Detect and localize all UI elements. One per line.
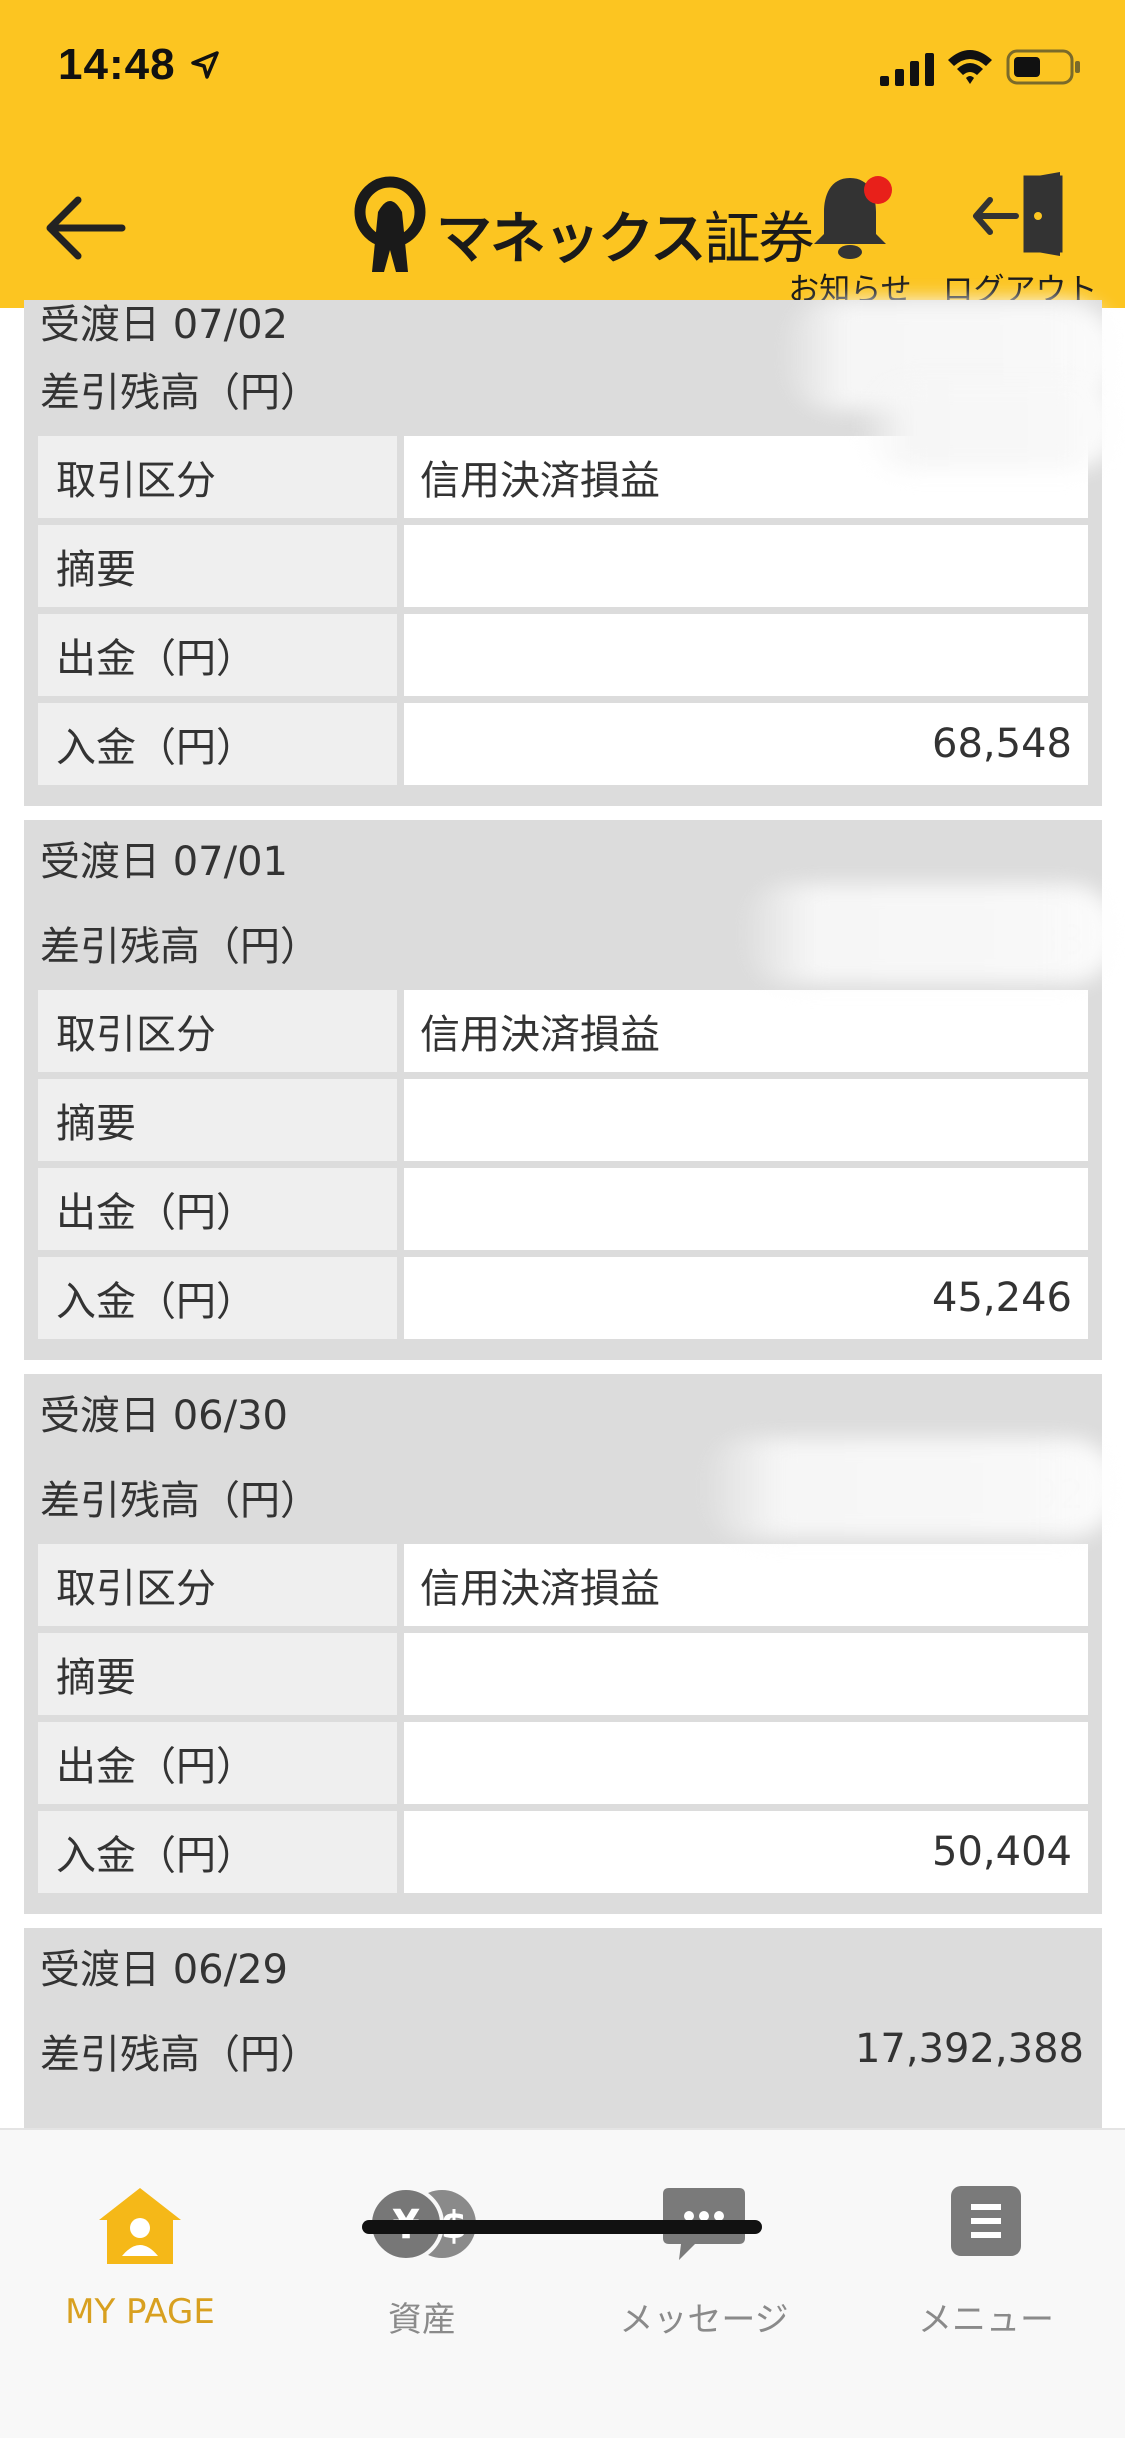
balance-row: 差引残高（円） 38 xyxy=(38,884,1118,990)
detail-table: 取引区分 信用決済損益 摘要 出金（円） 入金（円） 50,404 xyxy=(38,1537,1088,1900)
redaction-smudge xyxy=(698,1438,1118,1538)
tab-label: 資産 xyxy=(388,2300,456,2340)
back-button[interactable] xyxy=(40,188,140,268)
detail-table: 取引区分 信用決済損益 摘要 出金（円） 入金（円） 68,548 xyxy=(38,429,1088,792)
location-arrow-icon xyxy=(191,51,219,79)
battery-icon xyxy=(1006,49,1080,85)
table-row: 出金（円） xyxy=(38,1168,1088,1250)
logo-mark-icon xyxy=(354,176,426,272)
redaction-smudge xyxy=(858,380,1118,470)
deposit-value: 68,548 xyxy=(404,703,1088,785)
table-row: 摘要 xyxy=(38,1633,1088,1715)
table-row: 入金（円） 50,404 xyxy=(38,1811,1088,1893)
redaction-smudge xyxy=(738,884,1118,984)
home-icon xyxy=(99,2188,181,2264)
withdrawal-label: 出金（円） xyxy=(38,1168,404,1250)
summary-label: 摘要 xyxy=(38,1079,404,1161)
status-time: 14:48 xyxy=(58,40,176,89)
detail-table: 取引区分 信用決済損益 摘要 出金（円） 入金（円） 45,246 xyxy=(38,983,1088,1346)
tab-my-page[interactable]: MY PAGE xyxy=(30,2164,250,2332)
menu-icon xyxy=(951,2186,1021,2256)
withdrawal-value xyxy=(404,1722,1088,1804)
tab-label: MY PAGE xyxy=(65,2292,215,2332)
logo-text: マネックス証券 xyxy=(436,194,814,275)
notification-badge xyxy=(864,176,892,204)
wifi-icon xyxy=(948,50,992,84)
deposit-value: 50,404 xyxy=(404,1811,1088,1893)
balance-label: 差引残高（円） xyxy=(40,924,320,970)
withdrawal-label: 出金（円） xyxy=(38,614,404,696)
deposit-value: 45,246 xyxy=(404,1257,1088,1339)
logout-button[interactable]: ログアウト xyxy=(940,168,1100,308)
balance-label: 差引残高（円） xyxy=(40,2032,320,2078)
type-label: 取引区分 xyxy=(38,990,404,1072)
logo-main-text: マネックス xyxy=(436,207,706,272)
summary-label: 摘要 xyxy=(38,1633,404,1715)
balance-value: 17,392,388 xyxy=(854,2026,1084,2072)
summary-label: 摘要 xyxy=(38,525,404,607)
type-value: 信用決済損益 xyxy=(404,990,1088,1072)
table-row: 取引区分 信用決済損益 xyxy=(38,990,1088,1072)
table-row: 出金（円） xyxy=(38,614,1088,696)
notice-button[interactable]: お知らせ xyxy=(780,168,920,308)
table-row: 取引区分 信用決済損益 xyxy=(38,1544,1088,1626)
table-row: 入金（円） 68,548 xyxy=(38,703,1088,785)
transaction-record: 受渡日 07/01 差引残高（円） 38 取引区分 信用決済損益 摘要 出金（円… xyxy=(24,820,1118,1360)
balance-label: 差引残高（円） xyxy=(40,1478,320,1524)
deposit-label: 入金（円） xyxy=(38,1811,404,1893)
type-value: 信用決済損益 xyxy=(404,1544,1088,1626)
balance-label: 差引残高（円） xyxy=(40,370,320,416)
home-indicator[interactable] xyxy=(362,2220,762,2234)
balance-row: 差引残高（円） 92 xyxy=(38,1438,1118,1544)
summary-value xyxy=(404,1079,1088,1161)
tab-assets[interactable]: ¥ $ 資産 xyxy=(312,2164,532,2340)
cellular-signal-icon xyxy=(880,53,934,86)
table-row: 入金（円） 45,246 xyxy=(38,1257,1088,1339)
type-label: 取引区分 xyxy=(38,1544,404,1626)
table-row: 出金（円） xyxy=(38,1722,1088,1804)
summary-value xyxy=(404,525,1088,607)
type-label: 取引区分 xyxy=(38,436,404,518)
deposit-label: 入金（円） xyxy=(38,703,404,785)
transaction-record: 受渡日 06/30 差引残高（円） 92 取引区分 信用決済損益 摘要 出金（円… xyxy=(24,1374,1118,1914)
transaction-list: 受渡日 07/02 差引残高（円） 取引区分 信用決済損益 摘要 出金（円） 入… xyxy=(24,300,1118,2196)
transaction-record: 受渡日 07/02 差引残高（円） 取引区分 信用決済損益 摘要 出金（円） 入… xyxy=(24,300,1118,806)
table-row: 摘要 xyxy=(38,525,1088,607)
tab-label: メニュー xyxy=(918,2300,1054,2340)
arrow-left-icon xyxy=(46,196,126,260)
tab-menu[interactable]: メニュー xyxy=(876,2164,1096,2340)
settlement-date: 受渡日 06/29 xyxy=(40,1947,288,1993)
deposit-label: 入金（円） xyxy=(38,1257,404,1339)
balance-row: 差引残高（円） 17,392,388 xyxy=(38,2012,1088,2098)
app-header: 14:48 マネックス証券 お知らせ ログアウト xyxy=(0,0,1125,308)
withdrawal-value xyxy=(404,614,1088,696)
logout-door-icon xyxy=(973,172,1063,256)
tab-messages[interactable]: メッセージ xyxy=(594,2164,814,2340)
summary-value xyxy=(404,1633,1088,1715)
table-row: 摘要 xyxy=(38,1079,1088,1161)
monex-logo: マネックス証券 xyxy=(348,172,814,282)
tab-label: メッセージ xyxy=(619,2300,789,2340)
balance-row: 差引残高（円） xyxy=(38,300,1118,470)
bottom-tab-bar: MY PAGE ¥ $ 資産 メッセージ メニュー xyxy=(0,2128,1125,2438)
withdrawal-label: 出金（円） xyxy=(38,1722,404,1804)
withdrawal-value xyxy=(404,1168,1088,1250)
